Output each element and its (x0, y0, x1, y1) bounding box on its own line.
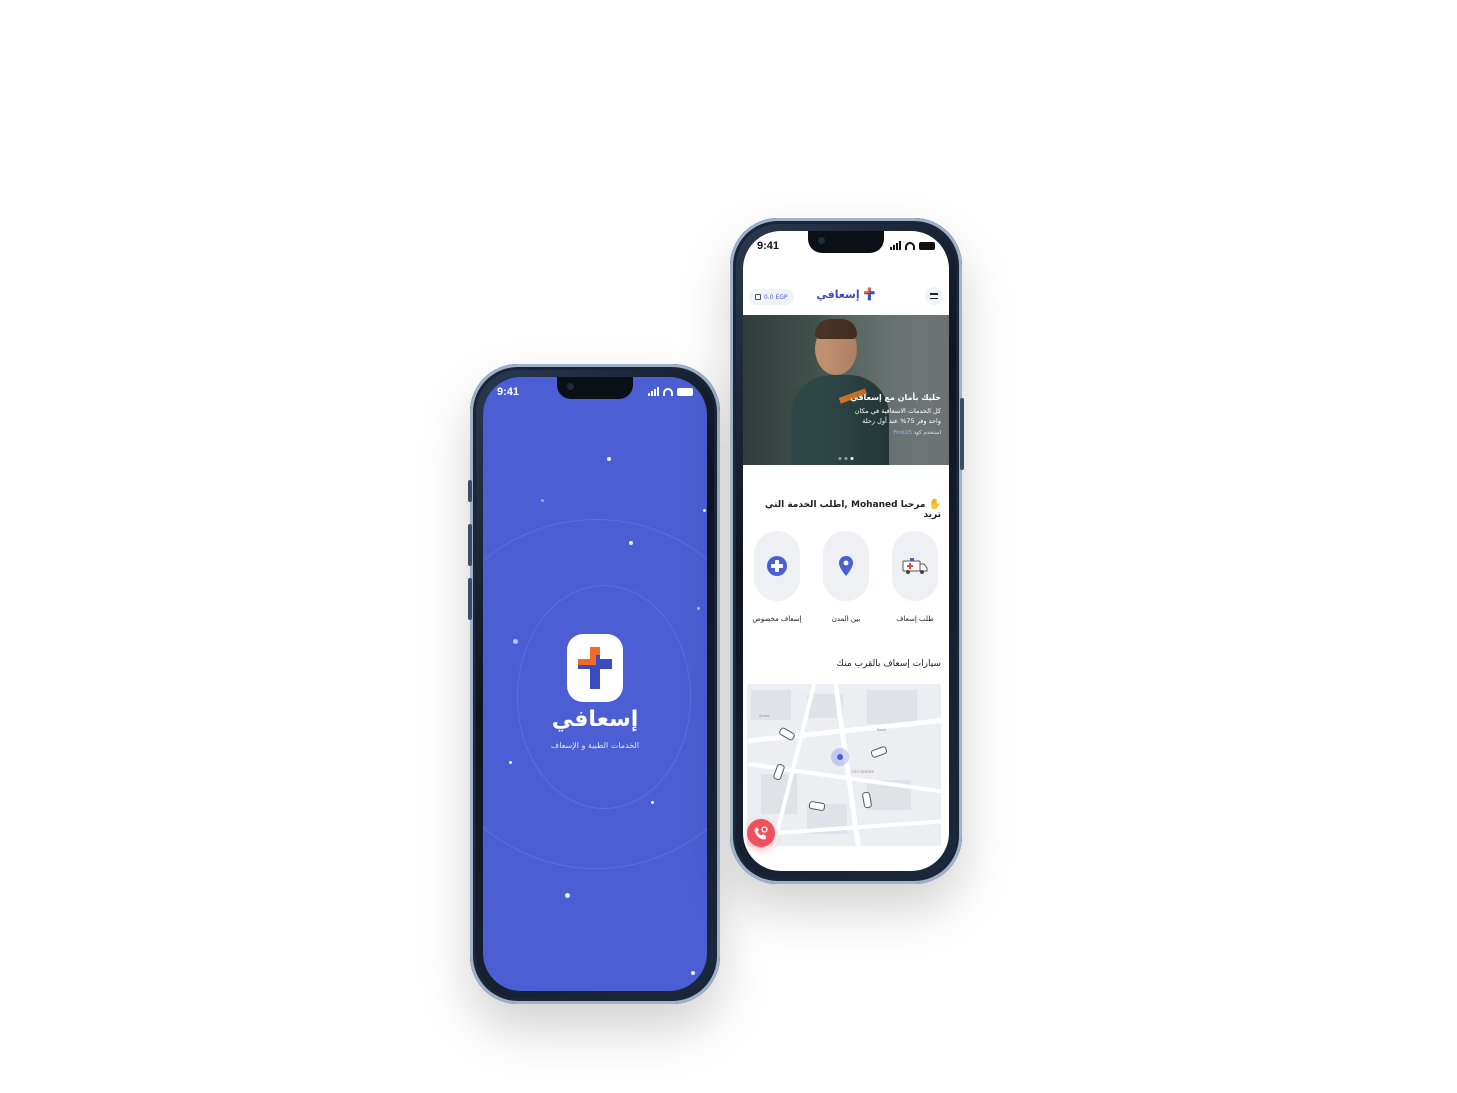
wallet-balance-button[interactable]: 0.0 EGP (749, 289, 794, 305)
service-request-ambulance[interactable]: طلب إسعاف (887, 531, 943, 631)
carousel-dot[interactable] (844, 457, 848, 460)
service-private-ambulance[interactable]: إسعاف مخصوص (749, 531, 805, 631)
plus-cross-logo-icon (864, 287, 875, 301)
banner-line-2: واحد وفر 75% عند أول رحلة (862, 417, 941, 425)
wifi-icon (663, 388, 673, 396)
power-button (960, 398, 964, 470)
decor-star (629, 541, 633, 545)
brand-name: إسعافي (816, 287, 860, 301)
services-row: طلب إسعاف بين المدن إسعاف مخصوص (749, 531, 943, 631)
emergency-call-button[interactable] (747, 819, 775, 847)
wallet-icon (755, 294, 761, 300)
menu-icon (930, 293, 938, 295)
carousel-dot-active[interactable] (850, 457, 854, 460)
plus-cross-logo-icon (567, 634, 623, 702)
carousel-dot[interactable] (838, 457, 842, 460)
carousel-dots[interactable] (838, 457, 854, 460)
medical-plus-icon (754, 531, 800, 601)
service-label: إسعاف مخصوص (752, 615, 802, 623)
banner-promo-code: استخدم كود First25 (893, 430, 941, 436)
decor-star (541, 499, 544, 502)
nearby-ambulances-title: سيارات إسعاف بالقرب منك (836, 659, 941, 669)
top-bar: 0.0 EGP إسعافي (743, 283, 949, 311)
ambulance-marker[interactable] (870, 745, 888, 759)
signal-icon (648, 387, 659, 396)
decor-star (513, 639, 518, 644)
wallet-balance: 0.0 EGP (764, 293, 788, 301)
home-phone: 9:41 0.0 EGP إسعافي خليك بأمان مع إسعافي… (730, 218, 964, 884)
menu-button[interactable] (925, 287, 943, 305)
splash-app-name: إسعافي (551, 707, 639, 732)
battery-icon (919, 242, 935, 250)
decor-star (651, 801, 654, 804)
service-label: بين المدن (831, 615, 861, 623)
splash-tagline: الخدمات الطبية و الإسعاف (550, 741, 640, 750)
service-label: طلب إسعاف (896, 615, 934, 623)
brand-logo: إسعافي (816, 287, 875, 301)
volume-up-button (468, 524, 472, 566)
notch (557, 377, 633, 399)
greeting: ✋ مرحبا Mohaned ,اطلب الخدمة التي تريد (764, 499, 941, 520)
decor-star (691, 971, 695, 975)
decor-star (509, 761, 512, 764)
banner-text: خليك بأمان مع إسعافي كل الخدمات الاسعافي… (831, 393, 941, 436)
home-screen: 9:41 0.0 EGP إسعافي خليك بأمان مع إسعافي… (743, 231, 949, 871)
decor-star (565, 893, 570, 898)
splash-screen: 9:41 إسعافي الخدمات الطبية و الإسعاف (483, 377, 707, 991)
wifi-icon (905, 242, 915, 250)
battery-icon (677, 388, 693, 396)
service-intercity[interactable]: بين المدن (818, 531, 874, 631)
banner-line-1: كل الخدمات الاسعافية في مكان (854, 407, 941, 415)
decor-star (607, 457, 611, 461)
splash-phone: 9:41 إسعافي الخدمات الطبية و الإسعاف (468, 364, 720, 1004)
waving-hand-icon: ✋ (928, 499, 941, 510)
nearby-map[interactable]: CITY CENTER Street Road (747, 684, 941, 846)
decor-star (697, 607, 700, 610)
decor-star (703, 509, 706, 512)
signal-icon (890, 241, 901, 250)
ambulance-icon (892, 531, 938, 601)
phone-emergency-icon (754, 826, 768, 840)
promo-banner[interactable]: خليك بأمان مع إسعافي كل الخدمات الاسعافي… (743, 315, 949, 465)
mute-switch (468, 480, 472, 502)
banner-title: خليك بأمان مع إسعافي (850, 393, 941, 402)
volume-down-button (468, 578, 472, 620)
status-time: 9:41 (757, 240, 780, 252)
notch (808, 231, 884, 253)
status-time: 9:41 (497, 386, 520, 398)
location-pin-icon (823, 531, 869, 601)
current-location-marker (831, 748, 849, 766)
